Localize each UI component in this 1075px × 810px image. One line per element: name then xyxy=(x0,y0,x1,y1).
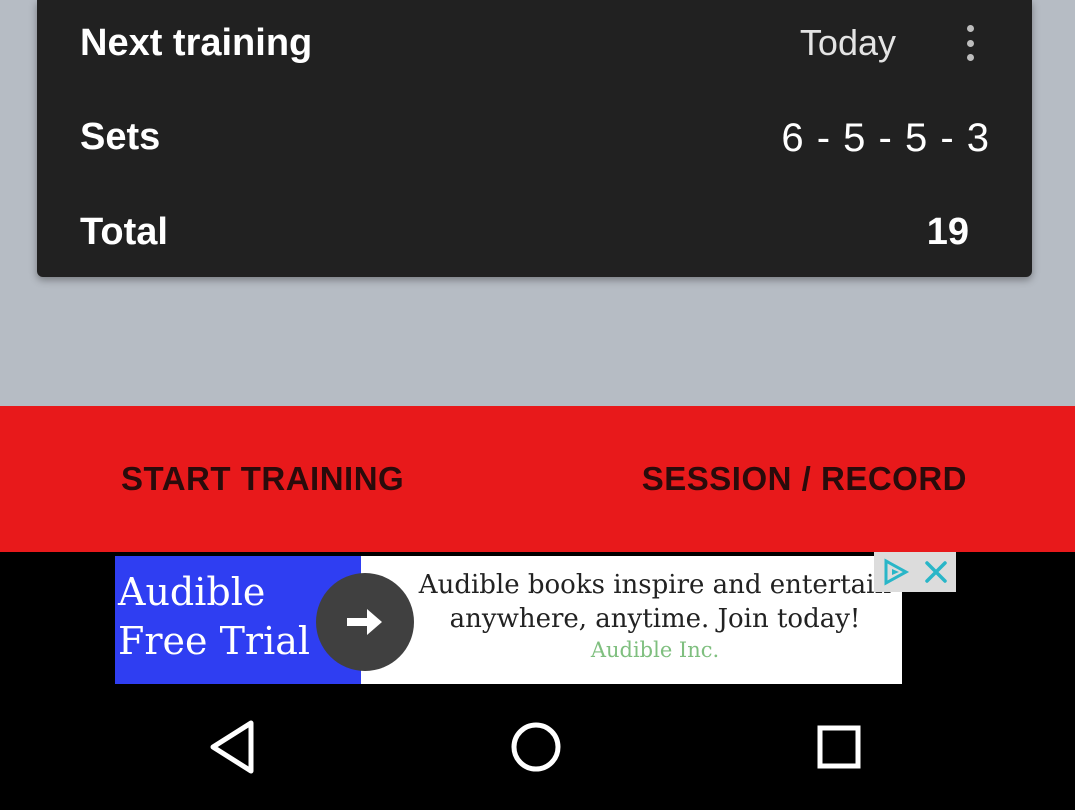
sets-label: Sets xyxy=(80,116,161,158)
ad-advertiser: Audible Inc. xyxy=(590,638,720,662)
more-dot xyxy=(966,39,974,47)
arrow-right-icon[interactable] xyxy=(316,573,414,671)
back-triangle-icon[interactable] xyxy=(203,718,259,781)
ad-banner[interactable]: Audible Free Trial Audible books inspire… xyxy=(115,556,902,684)
start-training-button[interactable]: START TRAINING xyxy=(121,406,404,552)
ad-text-line2: anywhere, anytime. Join today! xyxy=(449,604,861,634)
arrow-right-glyph xyxy=(347,609,382,635)
action-bar: START TRAINING SESSION / RECORD xyxy=(0,406,1075,552)
ad-text: Audible books inspire and entertain anyw… xyxy=(415,568,895,636)
more-dot xyxy=(966,25,974,32)
ad-text-line1: Audible books inspire and entertain xyxy=(418,570,892,600)
close-icon[interactable] xyxy=(916,552,956,592)
next-training-label: Next training xyxy=(80,22,313,64)
training-summary-card: Next training Today Sets 6 - 5 - 5 - 3 T… xyxy=(37,0,1032,277)
more-vert-icon[interactable] xyxy=(962,25,978,61)
back-glyph xyxy=(210,720,254,774)
home-glyph xyxy=(511,722,561,772)
home-circle-icon[interactable] xyxy=(508,718,564,781)
adchoices-icon[interactable] xyxy=(874,552,916,592)
more-dot xyxy=(966,54,974,61)
session-record-button[interactable]: SESSION / RECORD xyxy=(642,406,967,552)
adchoices-glyph xyxy=(884,558,910,586)
close-glyph xyxy=(925,561,947,583)
next-training-value: Today xyxy=(799,22,896,63)
total-value: 19 xyxy=(926,211,969,253)
total-label: Total xyxy=(80,211,168,253)
recents-glyph xyxy=(817,725,861,769)
recents-square-icon[interactable] xyxy=(812,718,868,781)
sets-value: 6 - 5 - 5 - 3 xyxy=(781,116,990,160)
